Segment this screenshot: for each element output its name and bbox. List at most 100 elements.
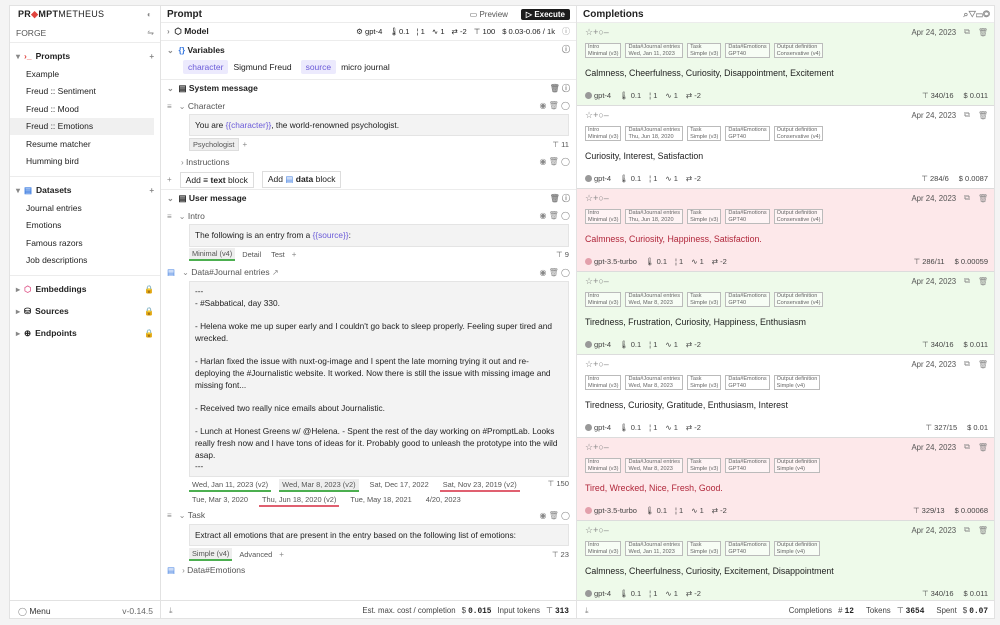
- completion-card[interactable]: ☆+○– Apr 24, 2023 ⧉ 🗑 Intro Minimal (v3) Data#…: [577, 189, 994, 272]
- variable-name[interactable]: character: [183, 59, 229, 74]
- chevron-down-icon[interactable]: ▾: [16, 52, 20, 61]
- minus-icon[interactable]: –: [604, 27, 609, 37]
- block-actions-icon[interactable]: ◉ 🗑 ◯: [539, 211, 570, 220]
- intro-block-header[interactable]: ≡ ⌄ Intro ◉ 🗑 ◯: [161, 207, 576, 224]
- chevron-right-icon[interactable]: ▸: [16, 285, 20, 294]
- task-tab[interactable]: Advanced: [236, 549, 275, 560]
- add-icon[interactable]: +: [167, 175, 172, 184]
- block-actions-icon[interactable]: ◉ 🗑 ◯: [539, 268, 570, 277]
- copy-icon[interactable]: ⧉: [964, 359, 970, 369]
- add-data-block-button[interactable]: Add ▤ data block: [261, 171, 342, 189]
- datasets-section[interactable]: ▾ ▤ Datasets +: [10, 181, 160, 199]
- sidebar-item-prompt[interactable]: Freud :: Mood: [10, 100, 154, 118]
- chevron-down-icon[interactable]: ⌄: [182, 268, 189, 277]
- sidebar-item-dataset[interactable]: Journal entries: [10, 199, 154, 217]
- journal-tab[interactable]: Sat, Nov 23, 2019 (v2): [439, 479, 520, 492]
- trash-icon[interactable]: 🗑 ⓘ: [550, 83, 570, 94]
- chevron-down-icon[interactable]: ⌄: [179, 102, 186, 111]
- chevron-right-icon[interactable]: ›: [167, 27, 170, 36]
- trash-icon[interactable]: 🗑 ⓘ: [550, 193, 570, 204]
- copy-icon[interactable]: ⧉: [964, 110, 970, 120]
- task-tab[interactable]: Simple (v4): [189, 547, 233, 561]
- chevron-down-icon[interactable]: ⌄: [179, 511, 186, 520]
- minus-icon[interactable]: –: [604, 276, 609, 286]
- copy-icon[interactable]: ⧉: [964, 525, 970, 535]
- star-icon[interactable]: ☆: [585, 359, 593, 369]
- minus-icon[interactable]: –: [604, 359, 609, 369]
- chevron-down-icon[interactable]: ▾: [16, 186, 20, 195]
- trash-icon[interactable]: 🗑: [978, 277, 988, 286]
- theme-toggle-icon[interactable]: ◐: [147, 10, 152, 19]
- sidebar-item-prompt[interactable]: Resume matcher: [10, 135, 154, 153]
- chevron-right-icon[interactable]: ›: [181, 158, 184, 167]
- minus-icon[interactable]: –: [604, 110, 609, 120]
- completion-card[interactable]: ☆+○– Apr 24, 2023 ⧉ 🗑 Intro Minimal (v3) Data#…: [577, 355, 994, 438]
- download-icon[interactable]: ⤓: [169, 606, 173, 616]
- task-text[interactable]: Extract all emotions that are present in…: [189, 523, 569, 547]
- variable-value[interactable]: micro journal: [336, 60, 395, 74]
- tab-psychologist[interactable]: Psychologist: [189, 137, 239, 151]
- chevron-down-icon[interactable]: ⌄: [167, 84, 174, 93]
- star-icon[interactable]: ☆: [585, 27, 593, 37]
- settings-sliders-icon[interactable]: ⇋: [147, 28, 154, 37]
- journal-tab[interactable]: Thu, Jun 18, 2020 (v2): [259, 494, 340, 507]
- intro-tab[interactable]: Minimal (v4): [189, 248, 236, 262]
- completion-card[interactable]: ☆+○– Apr 24, 2023 ⧉ 🗑 Intro Minimal (v3) Data#…: [577, 106, 994, 189]
- sidebar-item-dataset[interactable]: Emotions: [10, 217, 154, 235]
- completion-card[interactable]: ☆+○– Apr 24, 2023 ⧉ 🗑 Intro Minimal (v3) Data#…: [577, 272, 994, 355]
- trash-icon[interactable]: 🗑: [978, 360, 988, 369]
- completion-card[interactable]: ☆+○– Apr 24, 2023 ⧉ 🗑 Intro Minimal (v3) Data#…: [577, 521, 994, 604]
- sidebar-item-prompt[interactable]: Freud :: Emotions: [10, 117, 154, 135]
- completion-card[interactable]: ☆+○– Apr 24, 2023 ⧉ 🗑 Intro Minimal (v3) Data#…: [577, 23, 994, 106]
- trash-icon[interactable]: 🗑: [978, 28, 988, 37]
- instructions-block-header[interactable]: › Instructions ◉ 🗑 ◯: [161, 153, 576, 170]
- drag-handle-icon[interactable]: ≡: [167, 212, 172, 221]
- journal-block-header[interactable]: ▤ ⌄ Data#Journal entries ↗ ◉ 🗑 ◯: [161, 264, 576, 281]
- intro-tab[interactable]: Test: [268, 249, 288, 260]
- chevron-right-icon[interactable]: ›: [182, 566, 185, 575]
- character-text[interactable]: You are {{character}}, the world-renowne…: [189, 114, 569, 137]
- block-actions-icon[interactable]: ◉ 🗑 ◯: [539, 157, 570, 166]
- add-variant-icon[interactable]: +: [292, 250, 297, 259]
- chevron-down-icon[interactable]: ⌄: [179, 212, 186, 221]
- info-icon[interactable]: ⓘ: [562, 26, 570, 37]
- journal-tab[interactable]: 4/20, 2023: [423, 494, 464, 507]
- copy-icon[interactable]: ⧉: [964, 276, 970, 286]
- copy-icon[interactable]: ⧉: [964, 193, 970, 203]
- minus-icon[interactable]: –: [604, 193, 609, 203]
- intro-text[interactable]: The following is an entry from a {{sourc…: [189, 224, 569, 247]
- add-prompt-icon[interactable]: +: [149, 52, 154, 61]
- intro-tab[interactable]: Detail: [239, 249, 264, 260]
- chevron-down-icon[interactable]: ⌄: [167, 46, 174, 55]
- emotions-block-header[interactable]: ▤ › Data#Emotions: [161, 562, 576, 579]
- trash-icon[interactable]: 🗑: [978, 526, 988, 535]
- filter-icon[interactable]: ▽: [968, 9, 976, 19]
- task-block-header[interactable]: ≡ ⌄ Task ◉ 🗑 ◯: [161, 507, 576, 524]
- block-actions-icon[interactable]: ◉ 🗑 ◯: [539, 101, 570, 110]
- add-text-block-button[interactable]: Add ≡ text block: [179, 171, 254, 188]
- info-icon[interactable]: ⓘ: [562, 44, 570, 55]
- completion-card[interactable]: ☆+○– Apr 24, 2023 ⧉ 🗑 Intro Minimal (v3) Data#…: [577, 438, 994, 521]
- drag-handle-icon[interactable]: ≡: [167, 102, 172, 111]
- star-icon[interactable]: ☆: [585, 276, 593, 286]
- character-block-header[interactable]: ≡ ⌄ Character ◉ 🗑 ◯: [161, 97, 576, 114]
- trash-icon[interactable]: 🗑: [978, 194, 988, 203]
- add-variant-icon[interactable]: +: [279, 550, 284, 559]
- download-icon[interactable]: ⤓: [585, 606, 589, 616]
- prompts-section[interactable]: ▾ ›_ Prompts +: [10, 47, 160, 65]
- model-row[interactable]: › ⬡ Model ⚙ gpt-4 🌡0.1 ¦ 1 ∿ 1 ⇄ -2 ⊤ 10…: [161, 23, 576, 41]
- journal-tab[interactable]: Tue, Mar 3, 2020: [189, 494, 251, 507]
- external-link-icon[interactable]: ↗: [272, 268, 279, 277]
- copy-icon[interactable]: ⧉: [964, 27, 970, 37]
- journal-tab[interactable]: Wed, Jan 11, 2023 (v2): [189, 479, 272, 492]
- chevron-down-icon[interactable]: ⌄: [167, 194, 174, 203]
- sidebar-item-prompt[interactable]: Example: [10, 65, 154, 83]
- block-actions-icon[interactable]: ◉ 🗑 ◯: [539, 511, 570, 520]
- star-icon[interactable]: ☆: [585, 110, 593, 120]
- list-view-icon[interactable]: ▭: [976, 9, 983, 19]
- star-icon[interactable]: ☆: [585, 525, 593, 535]
- sidebar-item-prompt[interactable]: Humming bird: [10, 153, 154, 171]
- sidebar-item-dataset[interactable]: Famous razors: [10, 234, 154, 252]
- sidebar-item-prompt[interactable]: Freud :: Sentiment: [10, 83, 154, 101]
- variable-name[interactable]: source: [300, 59, 337, 74]
